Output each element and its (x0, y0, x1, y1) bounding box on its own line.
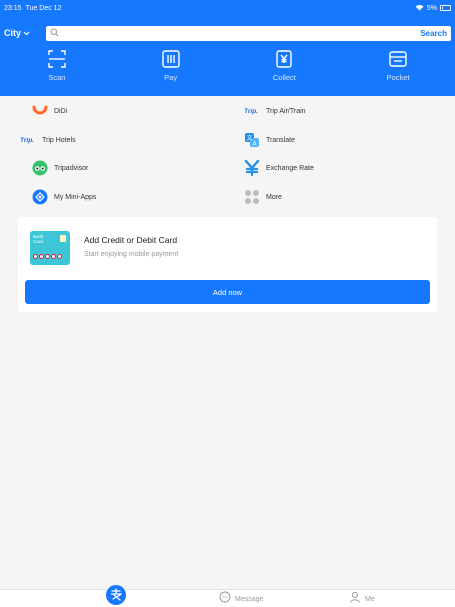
scan-icon (48, 50, 66, 68)
alipay-home-icon (106, 585, 126, 605)
bank-card-text: Bank Card (33, 234, 43, 244)
service-label: My Mini-Apps (54, 193, 97, 201)
message-icon (219, 590, 231, 607)
battery-percent: 5% (426, 4, 437, 12)
service-label: DiDi (54, 107, 68, 115)
status-right: 5% (415, 4, 451, 13)
battery-icon (440, 5, 451, 11)
didi-icon (32, 103, 48, 119)
pay-button[interactable]: Pay (114, 50, 228, 90)
service-trip-air-train[interactable]: Trip. Trip Air/Train (244, 102, 306, 120)
tab-label: Message (235, 595, 264, 603)
service-label: Trip Hotels (42, 136, 76, 144)
barcode-icon (161, 50, 180, 68)
add-card-panel: Bank Card Add Credit or Debit Card Start… (18, 217, 437, 312)
service-label: Trip Air/Train (266, 107, 306, 115)
bank-card-image: Bank Card (30, 231, 70, 265)
tab-me[interactable]: Me (349, 590, 375, 607)
service-label: Translate (266, 136, 295, 144)
more-icon (244, 189, 260, 205)
pocket-label: Pocket (386, 73, 410, 82)
trip-icon: Trip. (20, 136, 34, 144)
status-date: Tue Dec 12 (25, 4, 62, 12)
bank-card-line2: Card (33, 239, 43, 244)
card-chip-icon (60, 235, 66, 242)
service-label: More (266, 193, 282, 201)
service-more[interactable]: More (244, 188, 282, 206)
city-selector[interactable]: City (0, 28, 46, 38)
wallet-icon (389, 50, 407, 68)
search-box[interactable]: Search (46, 24, 451, 42)
service-translate[interactable]: 文A Translate (244, 131, 295, 149)
pocket-button[interactable]: Pocket (341, 50, 455, 90)
service-label: Exchange Rate (266, 164, 314, 172)
header: 23:15 Tue Dec 12 5% City Search Scan Pay… (0, 0, 455, 96)
trip-icon: Trip. (244, 107, 258, 115)
quick-actions: Scan Pay Collect Pocket (0, 50, 455, 90)
chevron-down-icon (23, 28, 30, 38)
exchange-rate-icon (244, 160, 260, 176)
status-time: 23:15 (4, 4, 22, 12)
add-now-button[interactable]: Add now (25, 280, 430, 304)
city-label: City (4, 28, 22, 38)
tab-bar: Message Me (0, 585, 455, 607)
card-title: Add Credit or Debit Card (84, 235, 178, 245)
tab-message[interactable]: Message (219, 590, 263, 607)
service-didi[interactable]: DiDi (32, 102, 67, 120)
search-icon (50, 24, 59, 42)
search-input[interactable] (59, 26, 421, 40)
search-button[interactable]: Search (420, 29, 451, 38)
service-exchange-rate[interactable]: Exchange Rate (244, 159, 314, 177)
collect-label: Collect (272, 73, 296, 82)
services-grid: DiDi Trip. Trip Air/Train Trip. Trip Hot… (0, 96, 455, 214)
service-trip-hotels[interactable]: Trip. Trip Hotels (20, 131, 76, 149)
pay-label: Pay (164, 73, 178, 82)
tripadvisor-icon (32, 160, 48, 176)
service-my-mini-apps[interactable]: My Mini-Apps (32, 188, 96, 206)
wifi-icon (415, 4, 424, 13)
tab-home[interactable] (106, 585, 126, 607)
service-label: Tripadvisor (54, 164, 89, 172)
tab-label: Me (365, 595, 375, 603)
yuan-collect-icon (275, 50, 293, 68)
person-icon (349, 590, 361, 607)
status-bar: 23:15 Tue Dec 12 5% (0, 0, 455, 16)
scan-label: Scan (48, 73, 66, 82)
card-subtitle: Start enjoying mobile payment (84, 251, 179, 258)
card-logos (33, 254, 62, 259)
search-row: City Search (0, 25, 455, 41)
translate-icon: 文A (244, 132, 260, 148)
service-tripadvisor[interactable]: Tripadvisor (32, 159, 88, 177)
mini-apps-icon (32, 189, 48, 205)
scan-button[interactable]: Scan (0, 50, 114, 90)
collect-button[interactable]: Collect (228, 50, 342, 90)
